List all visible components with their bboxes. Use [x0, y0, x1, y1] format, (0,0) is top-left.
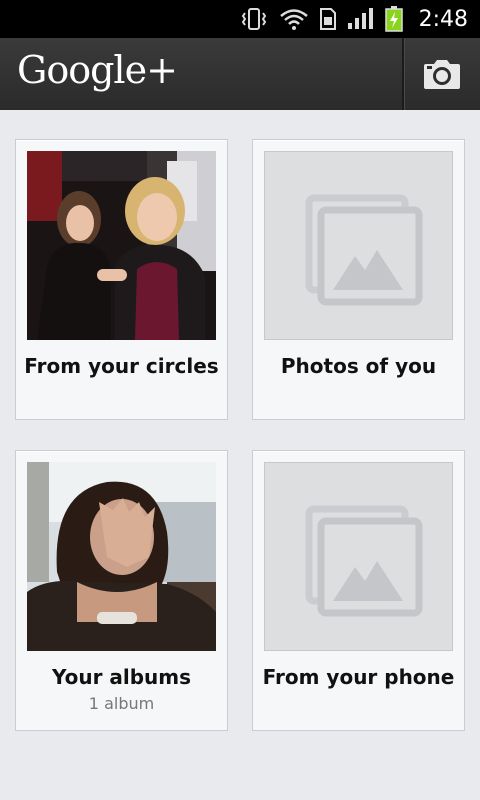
tile-photos-of-you[interactable]: Photos of you: [252, 139, 465, 420]
photo-placeholder: [264, 462, 453, 651]
tile-subtitle: 1 album: [88, 694, 155, 713]
tile-from-your-phone[interactable]: From your phone: [252, 450, 465, 731]
circles-photo: [27, 151, 216, 340]
tile-title: From your circles: [24, 354, 219, 378]
tile-title: Photos of you: [280, 354, 437, 378]
app-logo[interactable]: Google+: [17, 48, 178, 92]
tile-from-your-circles[interactable]: From your circles: [15, 139, 228, 420]
vibrate-icon: [241, 8, 266, 30]
signal-icon: [347, 8, 373, 29]
tile-your-albums[interactable]: Your albums 1 album: [15, 450, 228, 731]
app-bar: Google+: [0, 38, 480, 110]
wifi-icon: [279, 9, 308, 30]
camera-icon: [424, 60, 460, 89]
sim-icon: [319, 8, 336, 30]
tile-title: Your albums: [51, 665, 192, 689]
battery-charging-icon: [384, 6, 403, 32]
camera-button[interactable]: [404, 38, 480, 110]
albums-photo: [27, 462, 216, 651]
tile-title: From your phone: [262, 665, 455, 689]
status-icons: 2:48: [239, 0, 468, 38]
status-bar: 2:48: [0, 0, 480, 38]
clock: 2:48: [418, 6, 468, 32]
image-placeholder-icon: [305, 505, 423, 617]
photo-placeholder: [264, 151, 453, 340]
image-placeholder-icon: [305, 194, 423, 306]
